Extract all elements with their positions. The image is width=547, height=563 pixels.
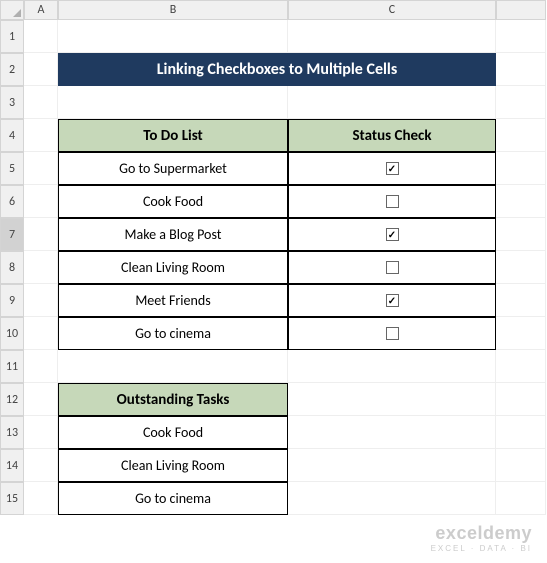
cell-a11[interactable] <box>24 350 58 383</box>
cell-d15[interactable] <box>496 482 546 515</box>
cell-d10[interactable] <box>496 317 546 350</box>
col-header-a[interactable]: A <box>24 0 58 20</box>
cell-a7[interactable] <box>24 218 58 251</box>
task-label-5[interactable]: Go to cinema <box>58 317 288 350</box>
cell-d2[interactable] <box>496 53 546 86</box>
cell-a15[interactable] <box>24 482 58 515</box>
checkbox-5[interactable] <box>386 327 399 340</box>
row-header-3[interactable]: 3 <box>0 86 24 119</box>
cell-a2[interactable] <box>24 53 58 86</box>
cell-a6[interactable] <box>24 185 58 218</box>
cell-a14[interactable] <box>24 449 58 482</box>
task-label-2[interactable]: Make a Blog Post <box>58 218 288 251</box>
task-status-3[interactable] <box>288 251 496 284</box>
watermark: exceldemy EXCEL · DATA · BI <box>431 523 532 553</box>
header-outstanding[interactable]: Outstanding Tasks <box>58 383 288 416</box>
cell-d12[interactable] <box>496 383 546 416</box>
cell-d3[interactable] <box>496 86 546 119</box>
row-header-8[interactable]: 8 <box>0 251 24 284</box>
row-header-1[interactable]: 1 <box>0 20 24 53</box>
checkbox-3[interactable] <box>386 261 399 274</box>
checkbox-2[interactable] <box>386 228 399 241</box>
row-header-6[interactable]: 6 <box>0 185 24 218</box>
task-label-3[interactable]: Clean Living Room <box>58 251 288 284</box>
task-label-0[interactable]: Go to Supermarket <box>58 152 288 185</box>
cell-a1[interactable] <box>24 20 58 53</box>
cell-c11[interactable] <box>288 350 496 383</box>
watermark-tag: EXCEL · DATA · BI <box>431 544 532 553</box>
row-header-11[interactable]: 11 <box>0 350 24 383</box>
col-header-blank[interactable] <box>496 0 546 20</box>
cell-d5[interactable] <box>496 152 546 185</box>
row-header-9[interactable]: 9 <box>0 284 24 317</box>
row-header-2[interactable]: 2 <box>0 53 24 86</box>
cell-a10[interactable] <box>24 317 58 350</box>
row-header-13[interactable]: 13 <box>0 416 24 449</box>
cell-d8[interactable] <box>496 251 546 284</box>
cell-d13[interactable] <box>496 416 546 449</box>
row-header-12[interactable]: 12 <box>0 383 24 416</box>
col-header-b[interactable]: B <box>58 0 288 20</box>
outstanding-1[interactable]: Clean Living Room <box>58 449 288 482</box>
row-header-10[interactable]: 10 <box>0 317 24 350</box>
cell-a9[interactable] <box>24 284 58 317</box>
task-label-4[interactable]: Meet Friends <box>58 284 288 317</box>
cell-a3[interactable] <box>24 86 58 119</box>
checkbox-4[interactable] <box>386 294 399 307</box>
cell-c15[interactable] <box>288 482 496 515</box>
cell-a4[interactable] <box>24 119 58 152</box>
row-header-7[interactable]: 7 <box>0 218 24 251</box>
cell-d6[interactable] <box>496 185 546 218</box>
cell-b11[interactable] <box>58 350 288 383</box>
cell-c12[interactable] <box>288 383 496 416</box>
cell-d14[interactable] <box>496 449 546 482</box>
cell-b1[interactable] <box>58 20 288 53</box>
task-status-2[interactable] <box>288 218 496 251</box>
row-header-15[interactable]: 15 <box>0 482 24 515</box>
outstanding-0[interactable]: Cook Food <box>58 416 288 449</box>
task-status-5[interactable] <box>288 317 496 350</box>
header-todo[interactable]: To Do List <box>58 119 288 152</box>
cell-d7[interactable] <box>496 218 546 251</box>
cell-a13[interactable] <box>24 416 58 449</box>
cell-a8[interactable] <box>24 251 58 284</box>
outstanding-2[interactable]: Go to cinema <box>58 482 288 515</box>
select-all-corner[interactable] <box>0 0 24 20</box>
col-header-c[interactable]: C <box>288 0 496 20</box>
checkbox-1[interactable] <box>386 195 399 208</box>
watermark-brand: exceldemy <box>431 523 532 544</box>
cell-c13[interactable] <box>288 416 496 449</box>
cell-a5[interactable] <box>24 152 58 185</box>
row-header-14[interactable]: 14 <box>0 449 24 482</box>
cell-d4[interactable] <box>496 119 546 152</box>
task-status-0[interactable] <box>288 152 496 185</box>
header-status[interactable]: Status Check <box>288 119 496 152</box>
task-status-1[interactable] <box>288 185 496 218</box>
cell-d11[interactable] <box>496 350 546 383</box>
cell-c1[interactable] <box>288 20 496 53</box>
task-label-1[interactable]: Cook Food <box>58 185 288 218</box>
cell-a12[interactable] <box>24 383 58 416</box>
cell-c3[interactable] <box>288 86 496 119</box>
row-header-5[interactable]: 5 <box>0 152 24 185</box>
row-header-4[interactable]: 4 <box>0 119 24 152</box>
cell-b3[interactable] <box>58 86 288 119</box>
cell-c14[interactable] <box>288 449 496 482</box>
title-cell[interactable]: Linking Checkboxes to Multiple Cells <box>58 53 496 86</box>
checkbox-0[interactable] <box>386 162 399 175</box>
cell-d9[interactable] <box>496 284 546 317</box>
cell-d1[interactable] <box>496 20 546 53</box>
task-status-4[interactable] <box>288 284 496 317</box>
spreadsheet-grid: A B C 1 2 Linking Checkboxes to Multiple… <box>0 0 547 515</box>
